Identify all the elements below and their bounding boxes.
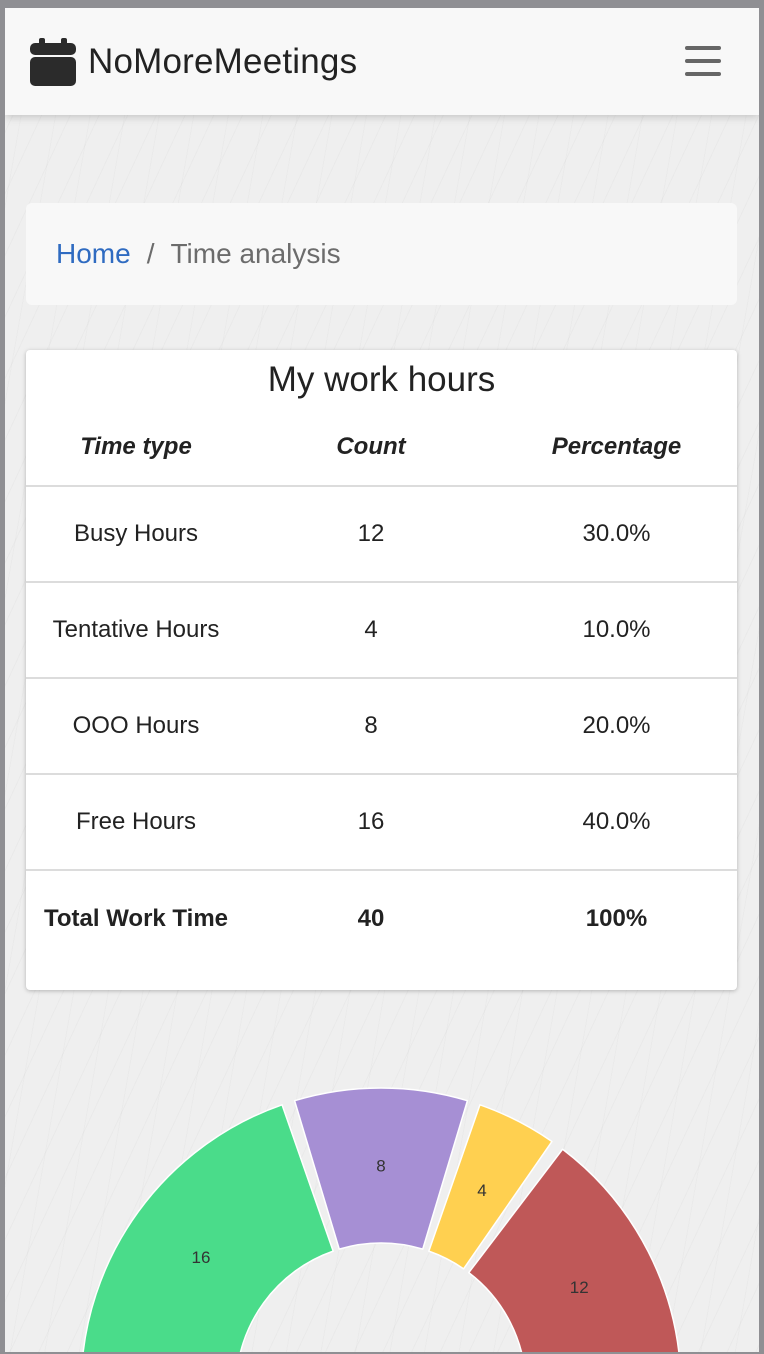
breadcrumb-separator: / [146, 238, 155, 269]
breadcrumb-home-link[interactable]: Home [56, 238, 131, 270]
column-header-time-type: Time type [80, 432, 192, 460]
app-frame: NoMoreMeetings Home / Time analysis My w… [5, 8, 759, 1352]
chart-data-label: 4 [477, 1181, 486, 1200]
table-row: Free Hours 16 40.0% [26, 773, 737, 870]
cell-percentage: 10.0% [496, 581, 737, 678]
cell-count: 8 [246, 677, 496, 774]
menu-bar [685, 72, 721, 76]
cell-time-type: Tentative Hours [26, 581, 246, 678]
total-label: Total Work Time [26, 869, 246, 966]
cell-count: 16 [246, 773, 496, 870]
breadcrumb: Home / Time analysis [26, 203, 737, 305]
chart-data-label: 12 [570, 1278, 589, 1297]
brand-name: NoMoreMeetings [88, 41, 358, 81]
navbar: NoMoreMeetings [5, 8, 759, 115]
table-row: Busy Hours 12 30.0% [26, 485, 737, 582]
total-count: 40 [246, 869, 496, 966]
cell-percentage: 20.0% [496, 677, 737, 774]
total-percentage: 100% [496, 869, 737, 966]
column-header-count: Count [336, 432, 406, 460]
chart-data-label: 8 [376, 1157, 385, 1176]
cell-count: 12 [246, 485, 496, 582]
cell-count: 4 [246, 581, 496, 678]
chart-data-label: 16 [192, 1248, 211, 1267]
work-hours-doughnut-chart: 16 8 4 12 [81, 1087, 680, 1352]
card-title: My work hours [267, 360, 496, 399]
work-hours-table: Time type Count Percentage Busy Hours 12… [26, 402, 737, 966]
cell-percentage: 40.0% [496, 773, 737, 870]
chart-segment-free-hours[interactable] [81, 1104, 334, 1352]
work-hours-card: My work hours Time type Count Percentage… [26, 350, 737, 990]
cell-time-type: Free Hours [26, 773, 246, 870]
calendar-icon [30, 37, 76, 86]
hamburger-menu-icon[interactable] [685, 46, 721, 76]
brand-link[interactable]: NoMoreMeetings [30, 37, 358, 86]
menu-bar [685, 59, 721, 63]
cell-percentage: 30.0% [496, 485, 737, 582]
table-row: Tentative Hours 4 10.0% [26, 581, 737, 678]
table-row: OOO Hours 8 20.0% [26, 677, 737, 774]
column-header-percentage: Percentage [551, 432, 682, 460]
menu-bar [685, 46, 721, 50]
cell-time-type: Busy Hours [26, 485, 246, 582]
cell-time-type: OOO Hours [26, 677, 246, 774]
table-header-row: Time type Count Percentage [26, 402, 737, 486]
total-row: Total Work Time 40 100% [26, 869, 737, 966]
breadcrumb-current: Time analysis [170, 238, 341, 269]
